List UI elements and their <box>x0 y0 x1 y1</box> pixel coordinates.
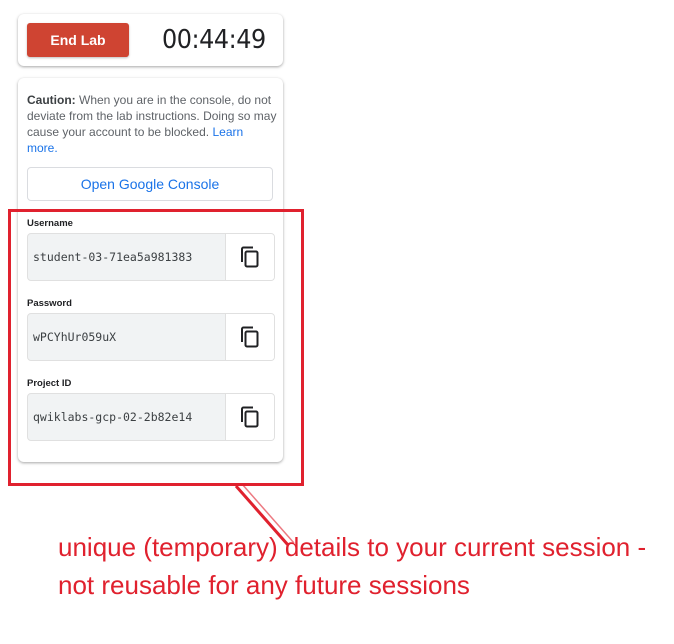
lab-panel-screenshot: End Lab 00:44:49 Caution: When you are i… <box>0 0 674 644</box>
annotation-text: unique (temporary) details to your curre… <box>58 532 647 600</box>
